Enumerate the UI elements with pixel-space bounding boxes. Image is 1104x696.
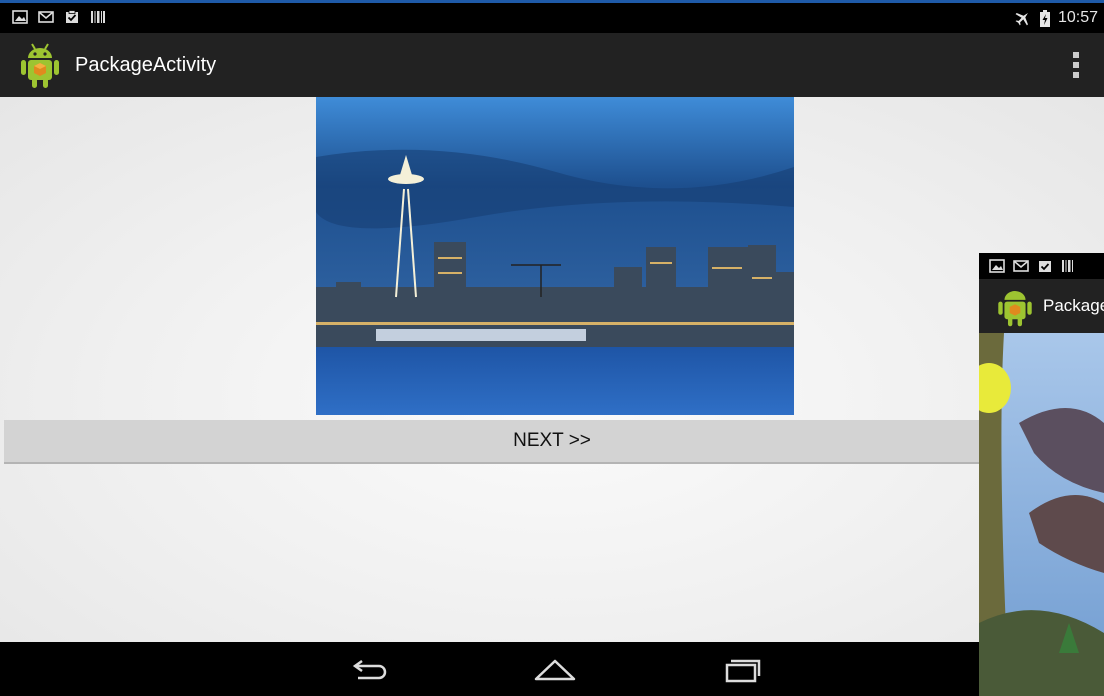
status-system-icons: 10:57: [1014, 9, 1098, 27]
android-icon: [998, 291, 1032, 327]
barcode-icon: [91, 11, 105, 23]
battery-charging-icon: [1039, 9, 1050, 27]
status-notification-icons: [12, 10, 106, 24]
status-time: 10:57: [1057, 9, 1098, 26]
home-icon[interactable]: [531, 653, 579, 685]
airplane-mode-icon: [1015, 13, 1028, 26]
mail-icon: [1013, 260, 1029, 272]
android-icon[interactable]: [20, 40, 60, 90]
overlay-status-icons: [989, 259, 1077, 273]
clipboard-check-icon: [1039, 261, 1051, 272]
overflow-menu-icon[interactable]: [1072, 52, 1080, 78]
next-button[interactable]: NEXT >>: [4, 420, 1100, 464]
page-title: PackageActivity: [75, 54, 217, 76]
cartoon-scene-photo: [979, 333, 1104, 696]
barcode-icon: [1062, 260, 1073, 272]
recents-icon[interactable]: [718, 653, 766, 685]
city-skyline-photo: [316, 97, 794, 415]
status-bar: 10:57: [0, 3, 1104, 33]
overlay-window: Package: [979, 253, 1104, 696]
navigation-bar: [0, 642, 1104, 696]
action-bar: PackageActivity: [0, 33, 1104, 97]
image-icon: [12, 10, 28, 24]
image-icon: [989, 259, 1005, 273]
overlay-status-bar: [979, 253, 1104, 279]
overlay-title: Package: [1043, 296, 1104, 315]
mail-icon: [38, 11, 54, 23]
overlay-action-bar: Package: [979, 279, 1104, 333]
main-content: NEXT >>: [0, 97, 1104, 642]
back-icon[interactable]: [344, 653, 392, 685]
clipboard-check-icon: [66, 10, 78, 23]
